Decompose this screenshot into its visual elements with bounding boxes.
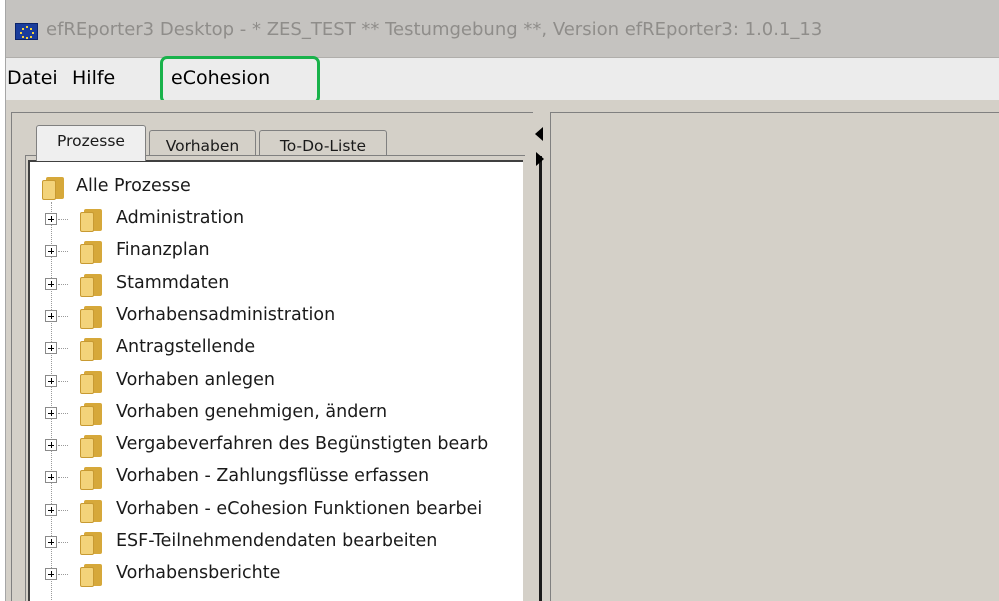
tree-connector: [58, 509, 68, 511]
folder-icon: [80, 370, 104, 394]
tree-connector: [58, 477, 68, 479]
folder-icon: [80, 434, 104, 459]
expand-icon[interactable]: [45, 342, 57, 355]
folder-icon: [80, 466, 104, 491]
tab-label: To-Do-Liste: [279, 137, 367, 155]
tab-label: Prozesse: [57, 132, 125, 150]
folder-icon: [80, 402, 104, 426]
tree-item[interactable]: Vorhabensberichte: [116, 563, 280, 583]
menu-bar: Datei Hilfe eCohesion: [6, 58, 999, 100]
tree-connector: [58, 251, 68, 253]
tree-item[interactable]: Administration: [116, 208, 244, 228]
right-panel: [550, 112, 999, 601]
folder-icon: [80, 531, 104, 555]
window-title: efREporter3 Desktop - * ZES_TEST ** Test…: [46, 19, 823, 40]
tree-item[interactable]: Finanzplan: [116, 240, 210, 260]
expand-icon[interactable]: [45, 471, 57, 484]
expand-icon[interactable]: [45, 568, 57, 581]
tree-root-label[interactable]: Alle Prozesse: [76, 176, 191, 196]
tree-item[interactable]: Vorhaben - Zahlungsflüsse erfassen: [116, 466, 429, 486]
tree-connector: [58, 412, 68, 414]
highlight-annotation: [160, 56, 320, 104]
tree-connector: [58, 219, 68, 220]
folder-icon: [80, 208, 104, 232]
tree-connector: [58, 283, 68, 285]
menu-hilfe[interactable]: Hilfe: [72, 67, 115, 89]
tree-connector: [58, 574, 68, 576]
expand-icon[interactable]: [45, 277, 57, 290]
folder-icon: [80, 305, 104, 329]
folder-icon: [42, 176, 66, 200]
tree-item[interactable]: ESF-Teilnehmendendaten bearbeiten: [116, 531, 437, 551]
folder-icon: [80, 499, 104, 523]
folder-icon: [80, 563, 104, 588]
tree-item[interactable]: Vergabeverfahren des Begünstigten bearb: [116, 434, 488, 454]
tree-connector: [58, 542, 68, 543]
folder-icon: [80, 273, 104, 297]
tab-label: Vorhaben: [165, 137, 240, 155]
title-bar: efREporter3 Desktop - * ZES_TEST ** Test…: [6, 0, 999, 58]
tree-item[interactable]: Stammdaten: [116, 273, 229, 293]
tree-item[interactable]: Vorhabensadministration: [116, 305, 335, 325]
menu-datei[interactable]: Datei: [7, 67, 58, 89]
tree-connector: [58, 445, 68, 447]
expand-icon[interactable]: [45, 309, 57, 322]
process-tree[interactable]: Alle Prozesse Administration Finanzplan St…: [28, 160, 523, 601]
expand-icon[interactable]: [45, 374, 57, 387]
expand-icon[interactable]: [45, 536, 57, 548]
expand-icon[interactable]: [45, 245, 57, 258]
main-content: Prozesse Vorhaben To-Do-Liste Alle Proze…: [6, 100, 999, 601]
expand-icon[interactable]: [45, 406, 57, 419]
collapse-left-icon[interactable]: [535, 127, 543, 141]
expand-right-icon[interactable]: [536, 152, 544, 166]
expand-icon[interactable]: [45, 439, 57, 452]
tab-prozesse[interactable]: Prozesse: [36, 125, 146, 161]
tree-item[interactable]: Vorhaben genehmigen, ändern: [116, 402, 387, 422]
tree-item[interactable]: Antragstellende: [116, 337, 255, 357]
app-window: efREporter3 Desktop - * ZES_TEST ** Test…: [5, 0, 999, 601]
expand-icon[interactable]: [45, 503, 57, 516]
folder-icon: [80, 337, 104, 362]
tree-connector: [58, 380, 68, 382]
tree-item[interactable]: Vorhaben anlegen: [116, 370, 275, 390]
eu-flag-icon: [15, 23, 38, 40]
tree-connector: [58, 348, 68, 350]
tree-item[interactable]: Vorhaben - eCohesion Funktionen bearbei: [116, 499, 482, 519]
splitter-line: [539, 156, 542, 601]
tree-connector: [58, 315, 68, 317]
folder-icon: [80, 240, 104, 265]
expand-icon[interactable]: [45, 213, 57, 225]
